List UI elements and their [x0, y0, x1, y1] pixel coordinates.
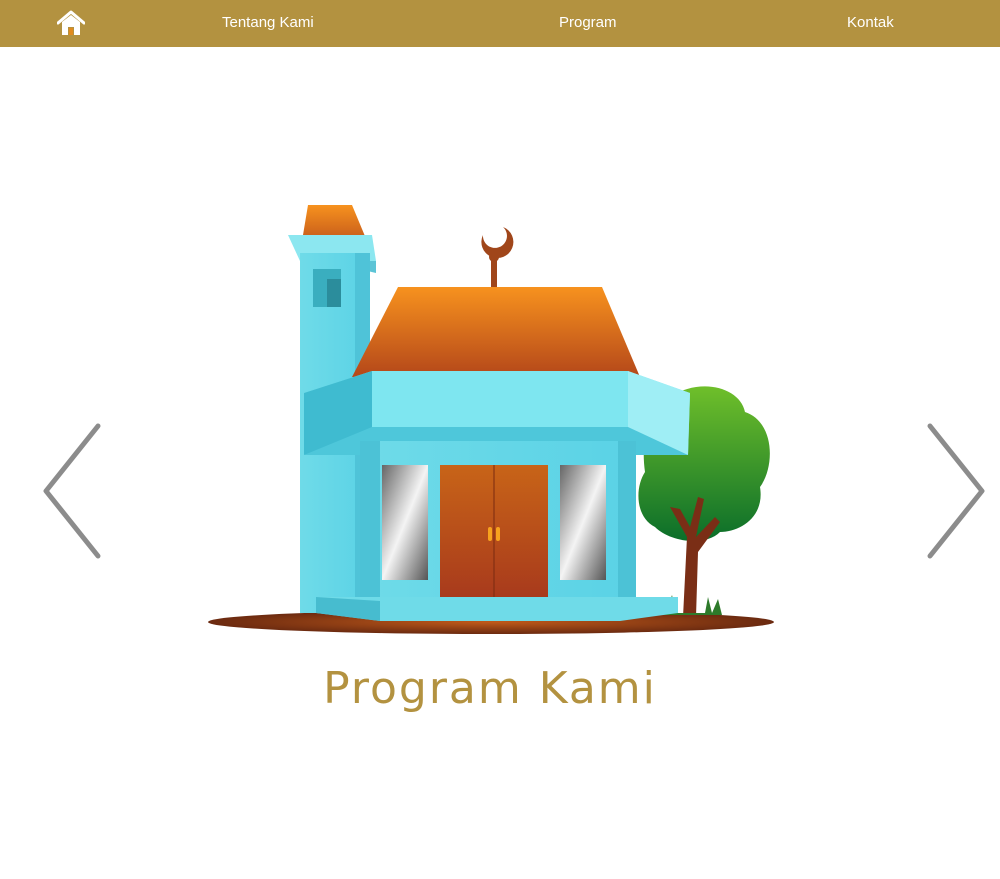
nav-link-program[interactable]: Program — [559, 14, 617, 32]
hero-slider: Program Kami — [0, 47, 1000, 879]
home-icon[interactable] — [56, 10, 86, 36]
nav-link-kontak[interactable]: Kontak — [847, 14, 894, 32]
slide-caption: Program Kami — [323, 663, 657, 714]
chevron-left-icon — [43, 423, 101, 559]
mosque-illustration — [208, 205, 774, 634]
top-navbar: Tentang Kami Program Kontak — [0, 0, 1000, 47]
prev-slide-button[interactable] — [36, 421, 106, 561]
chevron-right-icon — [927, 423, 985, 559]
nav-link-tentang-kami[interactable]: Tentang Kami — [222, 14, 314, 32]
next-slide-button[interactable] — [922, 421, 992, 561]
